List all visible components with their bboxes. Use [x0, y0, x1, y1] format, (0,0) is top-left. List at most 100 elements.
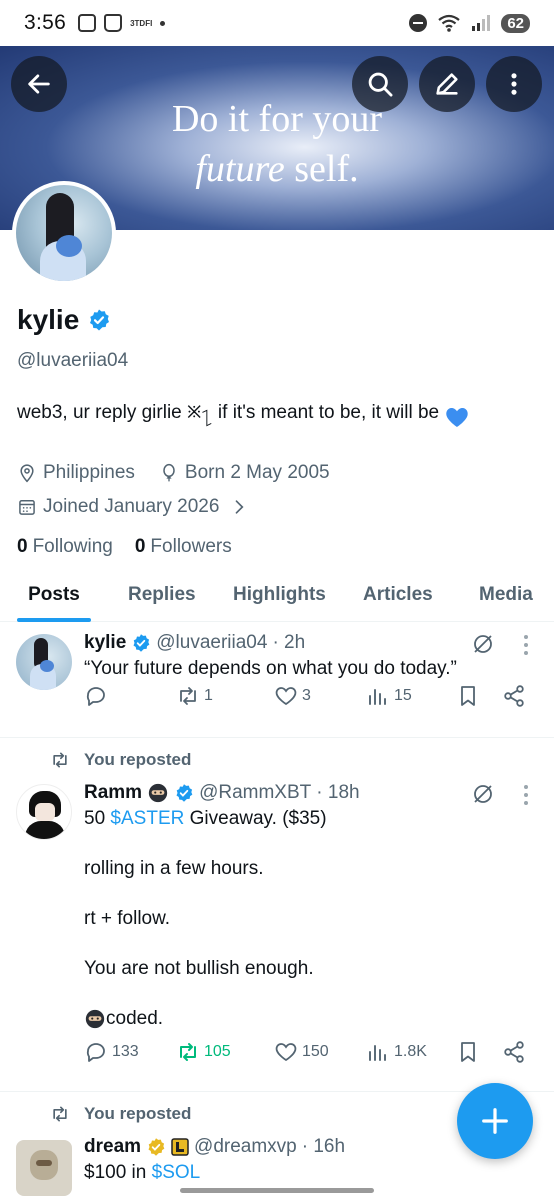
- bookmark-button[interactable]: [456, 1040, 480, 1064]
- bio-text: web3, ur reply girlie ྿႑ if it's meant t…: [17, 402, 440, 423]
- like-button[interactable]: 3: [274, 684, 311, 708]
- calendar-icon: [19, 500, 35, 515]
- search-button[interactable]: [352, 56, 408, 112]
- tweet-header: kylie @luvaeriia04 · 2h: [84, 632, 536, 654]
- ninja-emoji-icon: [85, 1009, 105, 1028]
- views-button[interactable]: 1.8K: [366, 1040, 427, 1064]
- tweet[interactable]: You reposted Ramm @RammXBT · 18h 50 $AST…: [0, 738, 554, 1092]
- banner-line-2-italic: future: [195, 148, 285, 190]
- more-vertical-icon: [511, 73, 517, 95]
- tab-media[interactable]: Media: [479, 568, 533, 622]
- edit-button[interactable]: [419, 56, 475, 112]
- bookmark-button[interactable]: [456, 684, 480, 708]
- tweet-author-name[interactable]: dream: [84, 1136, 141, 1158]
- tab-highlights[interactable]: Highlights: [233, 568, 326, 622]
- compose-post-button[interactable]: [457, 1083, 533, 1159]
- tweet-avatar[interactable]: [16, 634, 72, 690]
- repost-indicator: You reposted: [50, 1104, 191, 1124]
- tweet-author-handle: @dreamxvp: [194, 1136, 297, 1157]
- battery-indicator: 62: [501, 13, 530, 33]
- profile-born: Born 2 May 2005: [184, 462, 330, 483]
- tweet-text-coded: coded.: [106, 1008, 164, 1029]
- tab-replies[interactable]: Replies: [128, 568, 196, 622]
- followers-link[interactable]: 0 Followers: [135, 536, 232, 558]
- like-count: 150: [302, 1043, 329, 1060]
- grok-icon[interactable]: [471, 782, 495, 806]
- more-vertical-icon[interactable]: [523, 634, 529, 656]
- tweet-author-name[interactable]: Ramm: [84, 782, 142, 804]
- tweet-time: · 16h: [301, 1136, 346, 1157]
- like-button[interactable]: 150: [274, 1040, 329, 1064]
- banner-line-1: Do it for your: [171, 98, 383, 140]
- tweet-text: $100 in $SOL: [84, 1160, 536, 1185]
- screenshot-icon: [78, 14, 97, 32]
- banner-line-2-rest: self.: [284, 148, 359, 190]
- tweet-time: · 2h: [272, 632, 306, 653]
- profile-meta-row: Philippines Born 2 May 2005: [17, 462, 537, 484]
- reply-icon: [86, 1043, 105, 1062]
- affiliate-badge-icon: [171, 1138, 189, 1156]
- profile-avatar[interactable]: [12, 181, 116, 285]
- more-options-button[interactable]: [486, 56, 542, 112]
- following-label: Following: [32, 536, 113, 557]
- like-count: 3: [302, 687, 311, 704]
- tweet-author-handle: @luvaeriia04: [156, 632, 268, 653]
- cashtag-link[interactable]: $SOL: [152, 1162, 201, 1183]
- tweet[interactable]: kylie @luvaeriia04 · 2h “Your future dep…: [0, 622, 554, 738]
- back-arrow-icon: [28, 74, 50, 94]
- repost-indicator: You reposted: [50, 750, 191, 770]
- tweet-text-line-1: 50 $ASTER Giveaway. ($35): [84, 806, 536, 831]
- back-button[interactable]: [11, 56, 67, 112]
- tweet-avatar[interactable]: [16, 784, 72, 840]
- tweet-avatar[interactable]: [16, 1140, 72, 1196]
- grok-icon[interactable]: [471, 632, 495, 656]
- repost-button[interactable]: 1: [176, 684, 213, 708]
- location-pin-icon: [20, 464, 34, 483]
- following-count: 0: [17, 536, 28, 557]
- tweet-body: Ramm @RammXBT · 18h 50 $ASTER Giveaway. …: [84, 782, 536, 1031]
- tab-posts[interactable]: Posts: [17, 568, 91, 622]
- home-indicator[interactable]: [180, 1188, 374, 1193]
- tweet-header: Ramm @RammXBT · 18h: [84, 782, 536, 804]
- followers-count: 0: [134, 536, 146, 557]
- cashtag-link[interactable]: $ASTER: [110, 808, 184, 829]
- tweet-author-name[interactable]: kylie: [84, 632, 126, 654]
- repost-button[interactable]: 105: [176, 1040, 231, 1064]
- status-bar: 3:56 3TDFI 62: [0, 0, 554, 46]
- blue-heart-icon: [446, 408, 468, 427]
- profile-name-row: kylie: [17, 304, 537, 336]
- follow-stats-row: 0 Following 0 Followers: [17, 536, 537, 558]
- views-chart-icon: [369, 689, 386, 705]
- shopping-bag-icon: [104, 14, 123, 32]
- profile-joined-row[interactable]: Joined January 2026: [17, 496, 537, 518]
- repost-count: 1: [204, 687, 213, 704]
- followers-label: Followers: [150, 536, 232, 557]
- views-count: 1.8K: [394, 1043, 427, 1060]
- repost-icon: [53, 752, 67, 768]
- tweet-text-suffix: Giveaway. ($35): [184, 808, 327, 829]
- repost-icon: [53, 1106, 67, 1122]
- following-link[interactable]: 0 Following: [17, 536, 113, 558]
- reply-count: 133: [112, 1043, 139, 1060]
- views-button[interactable]: 15: [366, 684, 412, 708]
- share-button[interactable]: [502, 684, 526, 708]
- ninja-emoji-icon: [148, 783, 168, 803]
- avatar-flowers-shape: [56, 235, 82, 257]
- profile-location: Philippines: [43, 462, 135, 483]
- tweet-text: “Your future depends on what you do toda…: [84, 658, 457, 679]
- reply-icon: [86, 687, 105, 706]
- tweet-time: · 18h: [316, 782, 360, 803]
- bookmark-icon: [461, 686, 475, 706]
- tweet-text-line-3: rt + follow.: [84, 908, 171, 929]
- tweet-text-line-2: rolling in a few hours.: [84, 858, 264, 879]
- reply-button[interactable]: [84, 684, 108, 708]
- reply-button[interactable]: 133: [84, 1040, 139, 1064]
- more-vertical-icon[interactable]: [523, 784, 529, 806]
- share-button[interactable]: [502, 1040, 526, 1064]
- tab-articles[interactable]: Articles: [363, 568, 433, 622]
- share-icon: [504, 1041, 524, 1063]
- tweet-text-prefix: 50: [84, 808, 111, 829]
- verified-badge-icon[interactable]: [87, 308, 111, 332]
- repost-icon: [180, 1043, 196, 1061]
- heart-icon: [275, 687, 297, 706]
